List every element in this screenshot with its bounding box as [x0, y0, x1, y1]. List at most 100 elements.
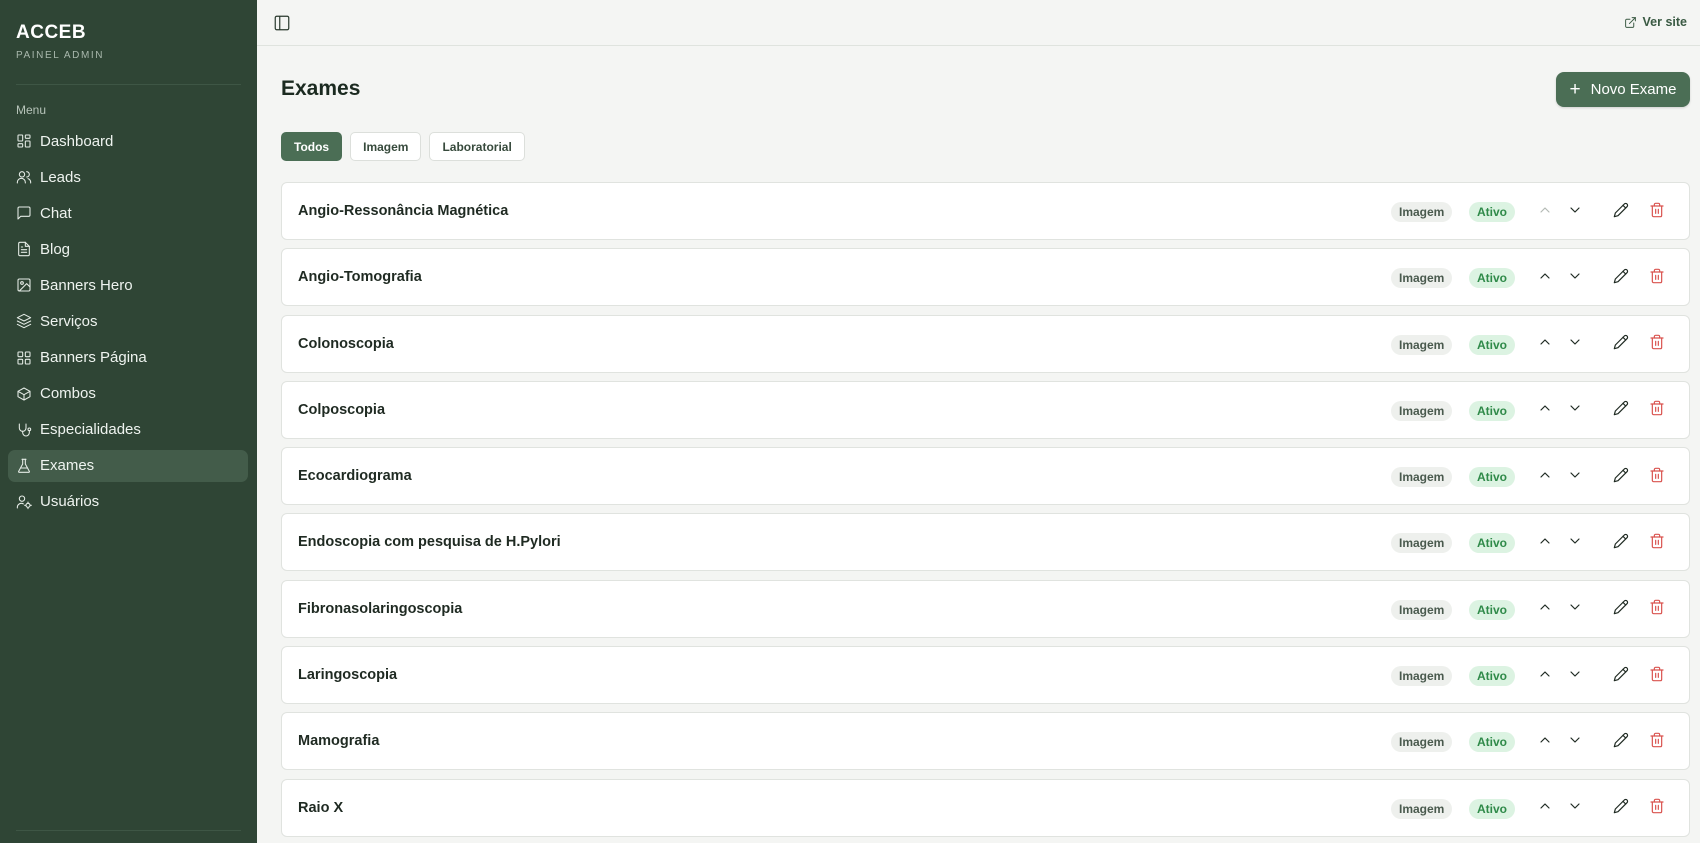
status-badge: Ativo — [1469, 666, 1515, 687]
edit-button[interactable] — [1612, 401, 1630, 420]
external-link-icon — [1624, 16, 1636, 28]
sidebar-item-label: Serviços — [40, 312, 98, 330]
pencil-icon — [1613, 268, 1629, 289]
new-exam-button[interactable]: + Novo Exame — [1556, 72, 1690, 107]
sidebar-item-leads[interactable]: Leads — [8, 161, 248, 193]
delete-button[interactable] — [1648, 202, 1666, 221]
move-up-button[interactable] — [1536, 468, 1554, 486]
sidebar-item-banners-pagina[interactable]: Banners Página — [8, 342, 248, 374]
exam-row: Angio-Tomografia Imagem Ativo — [281, 248, 1690, 307]
page-title: Exames — [281, 77, 361, 100]
exam-row: Angio-Ressonância Magnética Imagem Ativo — [281, 182, 1690, 240]
layers-icon — [16, 314, 32, 329]
move-down-button[interactable] — [1566, 336, 1584, 354]
move-down-button[interactable] — [1566, 534, 1584, 552]
sidebar-item-usuarios[interactable]: Usuários — [8, 486, 248, 518]
sidebar: ACCEB PAINEL ADMIN Menu Dashboard Leads … — [0, 0, 257, 843]
delete-button[interactable] — [1648, 732, 1666, 751]
exam-row: Mamografia Imagem Ativo — [281, 712, 1690, 771]
sidebar-item-combos[interactable]: Combos — [8, 378, 248, 410]
chevron-down-icon — [1567, 400, 1583, 421]
edit-button[interactable] — [1612, 467, 1630, 488]
move-down-button[interactable] — [1566, 269, 1584, 287]
sidebar-nav: Dashboard Leads Chat Blog Banners Hero S… — [8, 125, 248, 522]
delete-button[interactable] — [1648, 401, 1666, 420]
filter-tab-imagem[interactable]: Imagem — [350, 132, 422, 161]
sidebar-item-especialidades[interactable]: Especialidades — [8, 414, 248, 446]
exam-row: Fibronasolaringoscopia Imagem Ativo — [281, 579, 1690, 638]
move-down-button[interactable] — [1566, 402, 1584, 420]
sidebar-item-blog[interactable]: Blog — [8, 233, 248, 265]
move-up-button[interactable] — [1536, 203, 1554, 221]
edit-button[interactable] — [1612, 732, 1630, 751]
move-down-button[interactable] — [1566, 601, 1584, 619]
delete-button[interactable] — [1648, 666, 1666, 687]
document-icon — [18, 242, 30, 257]
delete-button[interactable] — [1648, 798, 1666, 818]
chevron-up-icon — [1537, 798, 1553, 819]
pencil-icon — [1613, 533, 1629, 554]
pencil-icon — [1613, 467, 1629, 488]
move-up-button[interactable] — [1536, 733, 1554, 751]
status-badge: Ativo — [1469, 334, 1515, 355]
delete-button[interactable] — [1648, 334, 1666, 354]
move-up-button[interactable] — [1536, 800, 1554, 818]
chevron-up-icon — [1537, 467, 1553, 488]
edit-button[interactable] — [1612, 533, 1630, 554]
top-bar: Ver site — [257, 0, 1700, 46]
sidebar-item-label: Usuários — [40, 493, 100, 511]
move-down-button[interactable] — [1566, 733, 1584, 751]
move-down-button[interactable] — [1566, 667, 1584, 685]
pencil-icon — [1613, 666, 1629, 687]
view-site-link[interactable]: Ver site — [1624, 15, 1687, 29]
trash-icon — [1649, 666, 1665, 687]
user-cog-icon — [16, 495, 32, 510]
filter-tab-todos[interactable]: Todos — [281, 132, 343, 161]
edit-button[interactable] — [1612, 666, 1630, 687]
delete-button[interactable] — [1648, 533, 1666, 552]
sidebar-item-dashboard[interactable]: Dashboard — [8, 125, 248, 157]
move-down-button[interactable] — [1566, 203, 1584, 221]
sidebar-item-label: Banners Hero — [40, 276, 133, 294]
exam-row: Colposcopia Imagem Ativo — [281, 380, 1690, 439]
move-down-button[interactable] — [1566, 800, 1584, 818]
move-up-button[interactable] — [1536, 336, 1554, 354]
exam-type-badge: Imagem — [1391, 400, 1453, 421]
plus-icon: + — [1569, 79, 1581, 100]
sidebar-item-banners-hero[interactable]: Banners Hero — [8, 269, 248, 301]
sidebar-item-servicos[interactable]: Serviços — [8, 305, 248, 337]
edit-button[interactable] — [1612, 268, 1630, 289]
delete-button[interactable] — [1648, 600, 1666, 619]
chevron-up-icon — [1537, 334, 1553, 355]
sidebar-item-label: Combos — [40, 385, 96, 403]
move-up-button[interactable] — [1536, 601, 1554, 619]
chevron-down-icon — [1567, 732, 1583, 753]
dashboard-grid-icon — [17, 134, 31, 148]
chevron-down-icon — [1567, 533, 1583, 554]
chevron-down-icon — [1567, 467, 1583, 488]
edit-button[interactable] — [1612, 799, 1630, 818]
edit-button[interactable] — [1612, 335, 1630, 354]
brand-logo-text: ACCEB — [16, 22, 87, 43]
move-up-button[interactable] — [1536, 402, 1554, 420]
sidebar-toggle-button[interactable] — [273, 14, 291, 32]
move-up-button[interactable] — [1536, 534, 1554, 552]
move-up-button[interactable] — [1536, 667, 1554, 685]
status-badge: Ativo — [1469, 400, 1515, 421]
delete-button[interactable] — [1648, 268, 1666, 287]
chevron-down-icon — [1567, 666, 1583, 687]
exam-type-badge: Imagem — [1391, 732, 1453, 753]
delete-button[interactable] — [1648, 467, 1666, 486]
exam-type-badge: Imagem — [1391, 533, 1453, 554]
sidebar-item-exames[interactable]: Exames — [8, 449, 248, 482]
brand-subtitle: PAINEL ADMIN — [16, 50, 105, 61]
edit-button[interactable] — [1612, 202, 1630, 221]
sidebar-item-chat[interactable]: Chat — [8, 197, 248, 229]
edit-button[interactable] — [1612, 600, 1630, 619]
move-down-button[interactable] — [1566, 468, 1584, 486]
status-badge: Ativo — [1469, 732, 1515, 753]
filter-tab-laboratorial[interactable]: Laboratorial — [429, 132, 525, 161]
chevron-up-icon — [1537, 533, 1553, 554]
move-up-button[interactable] — [1536, 269, 1554, 287]
chevron-down-icon — [1567, 202, 1583, 223]
